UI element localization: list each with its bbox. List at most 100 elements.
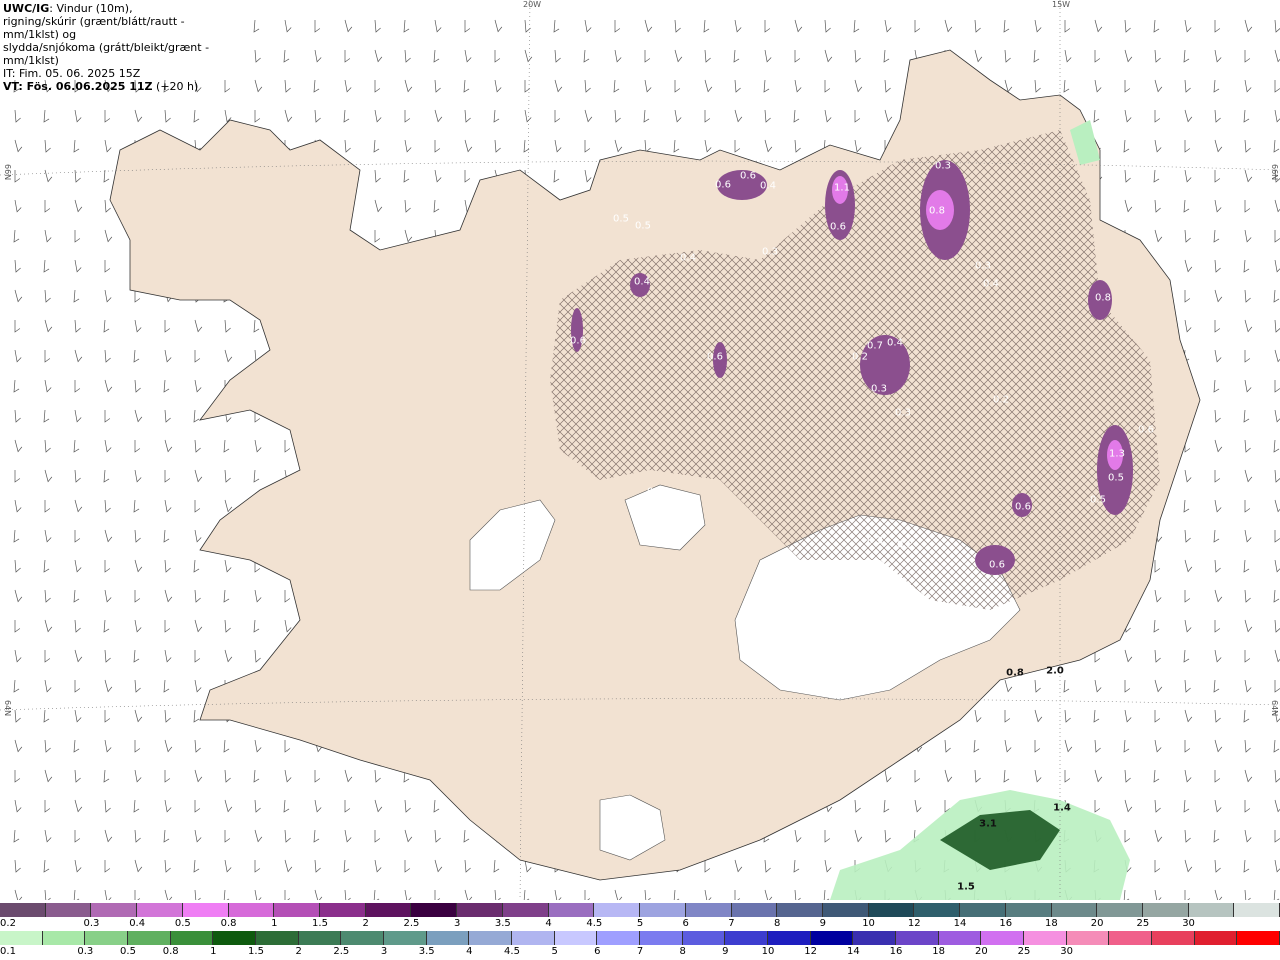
colorbar-tick-label: 2.5 xyxy=(403,918,420,929)
rain-value-label: 0.8 xyxy=(1006,667,1024,679)
rain-value-label: 3.1 xyxy=(979,818,997,830)
colorbar-cell xyxy=(640,903,686,917)
snow-value-label: 0.6 xyxy=(740,170,756,182)
valid-time: VT: Fös. 06.06.2025 11Z xyxy=(3,80,153,93)
colorbar-cell xyxy=(640,931,683,945)
colorbar-cell xyxy=(1234,903,1280,917)
colorbar-cell xyxy=(341,931,385,945)
colorbar-cell xyxy=(1142,903,1189,917)
grid-label-66n-left: 66N xyxy=(3,164,12,181)
colorbar-tick-label: 1.5 xyxy=(312,918,328,929)
colorbar-cell xyxy=(594,903,641,917)
snow-value-label: 0.2 xyxy=(852,351,868,363)
colorbar-cell xyxy=(731,903,778,917)
colorbar-cell xyxy=(682,931,726,945)
colorbar-tick-label: 8 xyxy=(679,946,686,957)
snow-value-label: 0.3 xyxy=(895,407,911,419)
colorbar-tick-label: 1 xyxy=(271,918,278,929)
colorbar-tick-label: 3.5 xyxy=(494,918,511,929)
colorbar-tick-label: 5 xyxy=(636,918,644,929)
colorbar-tick-label: 4 xyxy=(466,946,473,957)
colorbar-tick-label: 1.5 xyxy=(248,946,264,957)
rain-value-label: 1.4 xyxy=(1053,802,1071,814)
grid-label-15w: 15W xyxy=(1052,0,1071,9)
colorbar-tick-label: 2 xyxy=(295,946,302,957)
colorbar-tick-label: 7 xyxy=(636,946,644,957)
snow-value-label: 0.4 xyxy=(634,276,650,288)
initial-time: IT: Fim. 05. 06. 2025 15Z xyxy=(3,67,141,80)
colorbar-cell xyxy=(45,903,92,917)
colorbar-cell xyxy=(914,903,961,917)
colorbar-cell xyxy=(810,931,854,945)
colorbar-cell xyxy=(1188,903,1235,917)
snow-value-label: 0.6 xyxy=(707,351,723,363)
colorbar-cell xyxy=(597,931,641,945)
colorbar-tick-label: 7 xyxy=(728,918,735,929)
colorbar-cell xyxy=(548,903,595,917)
colorbar-cell xyxy=(426,931,470,945)
snow-value-label: 0.3 xyxy=(867,535,883,547)
colorbar-cell xyxy=(853,931,897,945)
snow-value-label: 0.4 xyxy=(760,180,776,192)
colorbar-cell xyxy=(0,931,43,945)
colorbar-cell xyxy=(1109,931,1153,945)
colorbar-cell xyxy=(1194,931,1238,945)
colorbar-tick-label: 25 xyxy=(1136,918,1150,929)
colorbar-cell xyxy=(960,903,1006,917)
colorbar-cell xyxy=(170,931,214,945)
colorbar-tick-label: 3 xyxy=(380,946,388,957)
snow-value-label: 0.2 xyxy=(993,394,1009,406)
colorbar-rain-ticks: 0.1 0.3 0.5 0.8 1 1.5 2 2.5 3 3.5 4 4.5 5 6 7 8 9 10 12 14 1… xyxy=(0,946,1280,958)
colorbar-tick-label: 18 xyxy=(1045,918,1058,929)
colorbar-tick-label: 1 xyxy=(210,946,217,957)
colorbar-cell xyxy=(938,931,982,945)
colorbar-tick-label: 4.5 xyxy=(586,918,603,929)
colorbar-snow-ticks: 0.2 0.3 0.4 0.5 0.8 1 1.5 2 2.5 3 3.5 4 4.5 5 6 7 8 9 10 12… xyxy=(0,918,1280,930)
colorbar-cell xyxy=(822,903,869,917)
snow-value-label: 1.1 xyxy=(834,182,850,194)
colorbar-tick-label: 0.5 xyxy=(120,946,136,957)
colorbar-cell xyxy=(365,903,412,917)
rain-value-label: 2.0 xyxy=(1046,665,1064,677)
colorbar-tick-label: 30 xyxy=(1182,918,1195,929)
colorbar-cell xyxy=(137,903,183,917)
snow-value-label: 0.6 xyxy=(570,335,586,347)
colorbar-tick-label: 30 xyxy=(1060,946,1074,957)
grid-label-66n-right: 66N xyxy=(1270,164,1279,181)
colorbar-tick-label: 14 xyxy=(846,946,860,957)
forecast-hour: (+20 h) xyxy=(152,80,199,93)
colorbar-cell xyxy=(725,931,769,945)
snow-value-label: 0.4 xyxy=(680,252,696,264)
colorbar-cell xyxy=(320,903,366,917)
snow-value-label: 0.6 xyxy=(989,559,1005,571)
rain-value-label: 1.5 xyxy=(957,881,975,893)
snow-value-label: 0.8 xyxy=(1095,292,1111,304)
header-line3: slydda/snjókoma (grátt/bleikt/grænt - mm… xyxy=(3,41,210,67)
snow-value-label: 0.8 xyxy=(929,205,945,217)
colorbar-cell xyxy=(42,931,86,945)
snow-value-label: 0.3 xyxy=(762,246,778,258)
colorbar-cell xyxy=(1051,903,1098,917)
colorbar-cell xyxy=(896,931,939,945)
colorbar-tick-label: 0.2 xyxy=(0,918,16,929)
snow-value-label: 0.6 xyxy=(1015,501,1031,513)
colorbar-cell xyxy=(457,903,503,917)
colorbar-tick-label: 0.8 xyxy=(220,918,237,929)
snow-value-label: 0.6 xyxy=(1138,424,1154,436)
snow-value-label: 0.3 xyxy=(935,160,951,172)
colorbar-tick-label: 2.5 xyxy=(333,946,350,957)
colorbar-cell xyxy=(685,903,732,917)
model-name: UWC/IG xyxy=(3,2,50,15)
colorbar-cell xyxy=(213,931,257,945)
snow-value-label: 0.4 xyxy=(887,337,903,349)
colorbar-tick-label: 5 xyxy=(551,946,558,957)
weather-map xyxy=(0,0,1280,900)
colorbar-tick-label: 3.5 xyxy=(418,946,435,957)
colorbar-cell xyxy=(1024,931,1067,945)
colorbar-tick-label: 2 xyxy=(362,918,369,929)
snow-value-label: 0.2 xyxy=(897,539,913,551)
colorbar-tick-label: 12 xyxy=(907,918,921,929)
snow-value-label: 0.3 xyxy=(975,260,991,272)
colorbar-tick-label: 18 xyxy=(932,946,946,957)
snow-value-label: 0.7 xyxy=(867,340,883,352)
